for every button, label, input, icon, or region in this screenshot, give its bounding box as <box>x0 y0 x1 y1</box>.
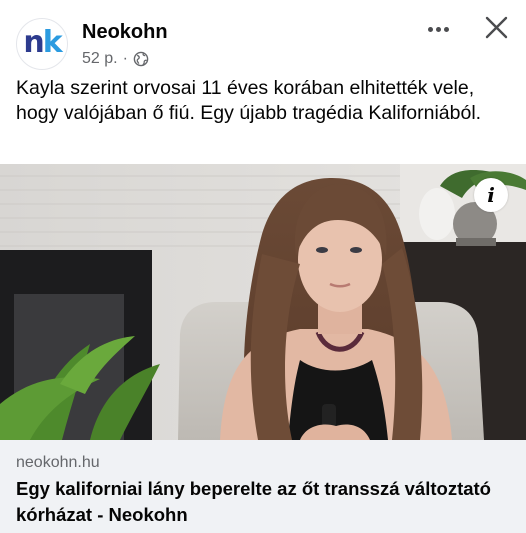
link-title[interactable]: Egy kaliforniai lány beperelte az őt tra… <box>16 476 510 528</box>
post-header: nk Neokohn 52 p. · <box>0 0 526 74</box>
meta-separator: · <box>122 50 128 67</box>
photo-illustration <box>0 164 526 440</box>
link-domain: neokohn.hu <box>16 454 100 471</box>
link-preview-card[interactable]: neokohn.hu Egy kaliforniai lány beperelt… <box>0 440 526 533</box>
close-icon <box>485 16 508 39</box>
post-photo[interactable] <box>0 164 526 440</box>
more-dots-icon <box>427 26 433 32</box>
globe-icon <box>133 51 149 67</box>
post-message: Kayla szerint orvosai 11 éves korában el… <box>16 77 482 124</box>
photo-info-button[interactable]: i <box>474 178 508 212</box>
avatar-letter-k: k <box>42 24 63 60</box>
post-timestamp[interactable]: 52 p. <box>82 50 118 68</box>
close-button[interactable] <box>480 12 512 44</box>
more-options-button[interactable] <box>420 14 456 44</box>
info-icon: i <box>487 183 495 207</box>
page-avatar[interactable]: nk <box>16 18 68 70</box>
more-dots-icon <box>435 26 441 32</box>
avatar-logo: nk <box>23 24 63 60</box>
post-meta: 52 p. · <box>82 50 149 68</box>
avatar-letter-n: n <box>23 24 44 60</box>
more-dots-icon <box>443 26 449 32</box>
page-name-link[interactable]: Neokohn <box>82 21 168 43</box>
